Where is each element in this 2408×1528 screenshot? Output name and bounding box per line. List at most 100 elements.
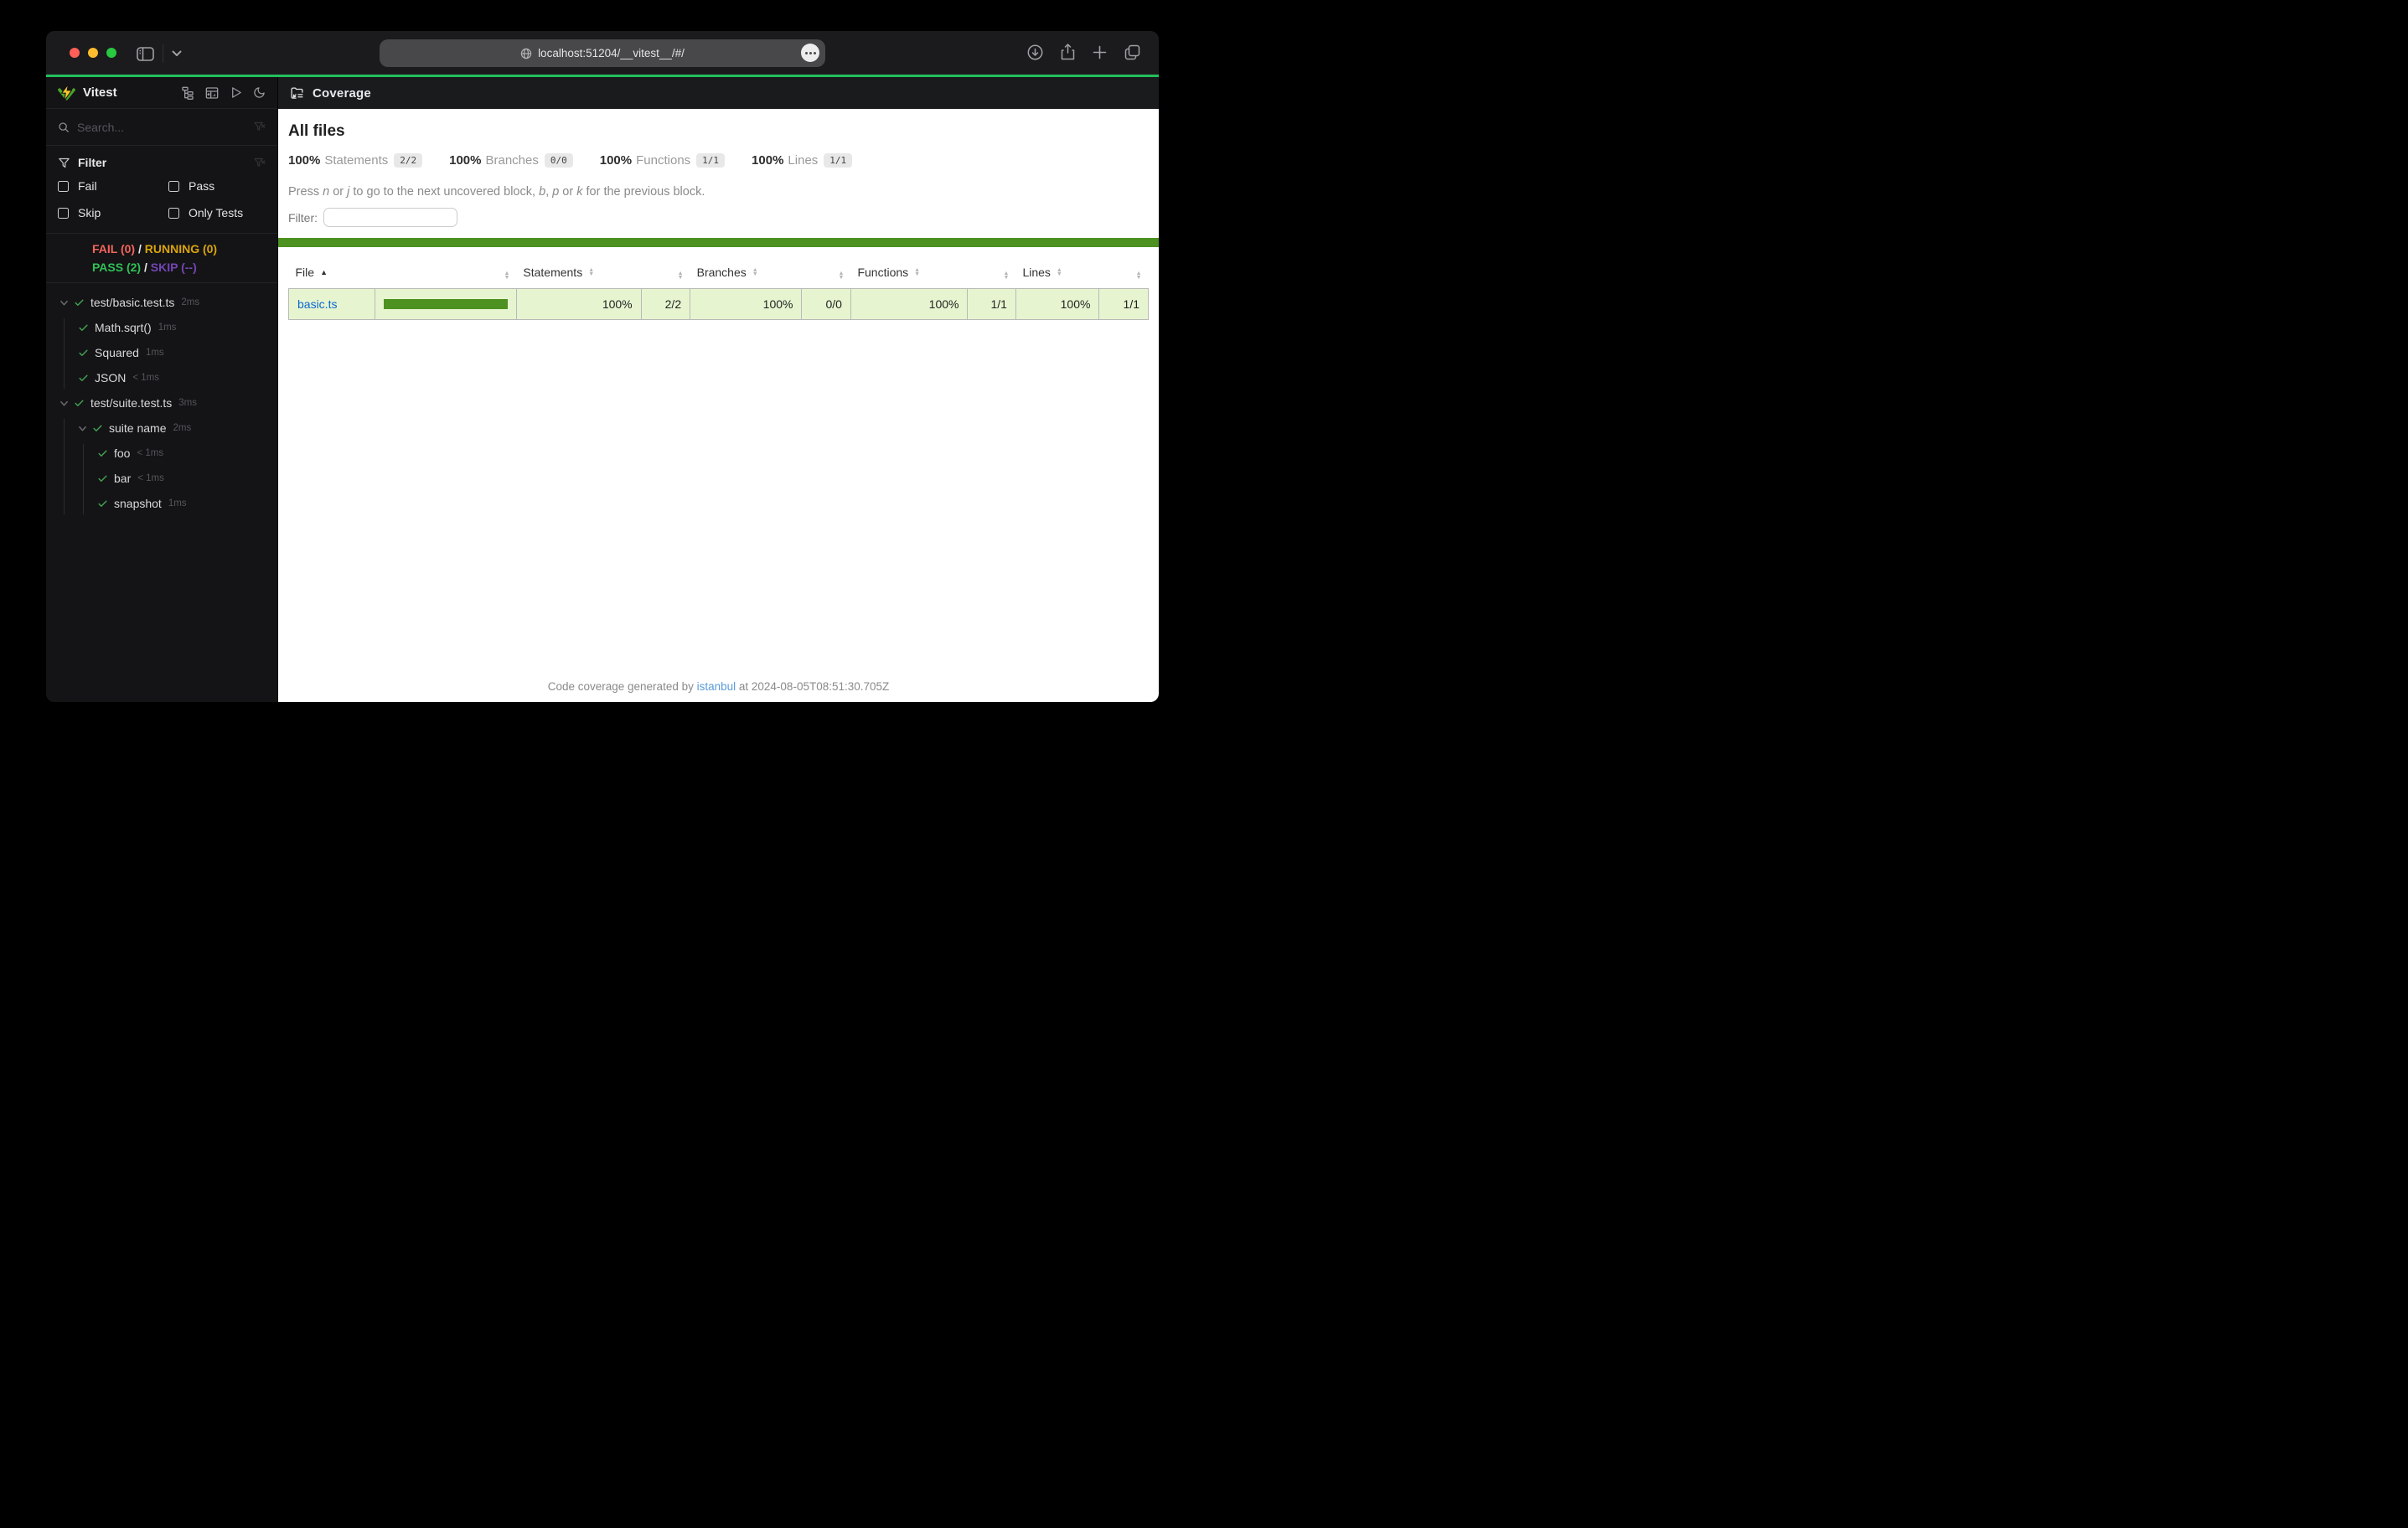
chevron-down-icon[interactable] bbox=[59, 399, 69, 408]
checkbox-only-tests[interactable]: Only Tests bbox=[168, 206, 266, 219]
tree-item-test[interactable]: foo < 1ms bbox=[46, 441, 277, 466]
checkbox-box[interactable] bbox=[58, 208, 69, 219]
lines-pct-cell: 100% bbox=[1015, 289, 1099, 320]
clear-search-filter-icon[interactable] bbox=[253, 121, 266, 133]
file-filter-input[interactable] bbox=[323, 208, 457, 227]
branches-raw-cell: 0/0 bbox=[802, 289, 850, 320]
run-all-icon[interactable] bbox=[230, 86, 242, 99]
downloads-icon[interactable] bbox=[1027, 44, 1043, 60]
tree-item-file[interactable]: test/suite.test.ts 3ms bbox=[46, 390, 277, 416]
column-sorter[interactable]: ▲▼ bbox=[375, 259, 516, 289]
chevron-down-icon[interactable] bbox=[172, 50, 182, 57]
sort-icon: ▲▼ bbox=[1057, 268, 1062, 276]
tree-item-suite[interactable]: suite name 2ms bbox=[46, 416, 277, 441]
pass-check-icon bbox=[78, 348, 89, 359]
app-title: Vitest bbox=[83, 85, 117, 100]
sort-icon: ▲▼ bbox=[1136, 271, 1142, 280]
browser-window: localhost:51204/__vitest__/#/ bbox=[46, 31, 1159, 702]
sort-icon: ▲▼ bbox=[914, 268, 920, 276]
running-count: RUNNING (0) bbox=[145, 242, 217, 256]
column-sorter[interactable]: ▲▼ bbox=[641, 259, 690, 289]
duration-label: 3ms bbox=[178, 398, 197, 408]
funnel-icon bbox=[58, 157, 70, 169]
fraction-badge: 1/1 bbox=[824, 153, 852, 168]
statements-pct-cell: 100% bbox=[516, 289, 641, 320]
clear-filter-icon[interactable] bbox=[253, 157, 266, 169]
stat-lines: 100% Lines 1/1 bbox=[752, 153, 852, 168]
traffic-lights bbox=[70, 48, 116, 58]
tree-view-icon[interactable] bbox=[181, 86, 194, 100]
pass-count: PASS (2) bbox=[92, 261, 141, 274]
skip-count: SKIP (--) bbox=[151, 261, 197, 274]
column-sorter[interactable]: ▲▼ bbox=[968, 259, 1015, 289]
tab-overview-icon[interactable] bbox=[1124, 44, 1140, 60]
address-bar[interactable]: localhost:51204/__vitest__/#/ bbox=[380, 39, 825, 67]
dashboard-icon[interactable] bbox=[205, 86, 219, 100]
coverage-stats: 100% Statements 2/2 100% Branches 0/0 10… bbox=[288, 153, 1149, 168]
column-header-file[interactable]: File▲ bbox=[289, 259, 375, 289]
close-window-button[interactable] bbox=[70, 48, 80, 58]
functions-pct-cell: 100% bbox=[850, 289, 968, 320]
sort-icon: ▲▼ bbox=[588, 268, 594, 276]
checkbox-skip[interactable]: Skip bbox=[58, 206, 168, 219]
sort-icon: ▲▼ bbox=[839, 271, 845, 280]
tree-item-test[interactable]: Math.sqrt() 1ms bbox=[46, 315, 277, 340]
duration-label: 2ms bbox=[181, 297, 199, 307]
checkbox-box[interactable] bbox=[168, 208, 179, 219]
sort-icon: ▲▼ bbox=[678, 271, 684, 280]
checkbox-fail[interactable]: Fail bbox=[58, 179, 168, 193]
column-header-statements[interactable]: Statements▲▼ bbox=[516, 259, 641, 289]
test-tree: test/basic.test.ts 2ms Math.sqrt() 1ms S… bbox=[46, 283, 277, 702]
vitest-logo bbox=[58, 84, 75, 101]
file-link[interactable]: basic.ts bbox=[297, 297, 337, 311]
pass-check-icon bbox=[97, 498, 108, 509]
sort-icon: ▲▼ bbox=[504, 271, 509, 280]
dark-mode-moon-icon[interactable] bbox=[253, 86, 266, 99]
zoom-window-button[interactable] bbox=[106, 48, 116, 58]
column-header-functions[interactable]: Functions▲▼ bbox=[850, 259, 968, 289]
tree-item-test[interactable]: Squared 1ms bbox=[46, 340, 277, 365]
tree-item-test[interactable]: JSON < 1ms bbox=[46, 365, 277, 390]
vitest-sidebar: Vitest bbox=[46, 77, 278, 702]
chevron-down-icon[interactable] bbox=[59, 298, 69, 307]
coverage-report-icon bbox=[290, 86, 304, 101]
tree-item-file[interactable]: test/basic.test.ts 2ms bbox=[46, 290, 277, 315]
lines-raw-cell: 1/1 bbox=[1099, 289, 1149, 320]
sidebar-toggle-icon[interactable] bbox=[137, 47, 154, 61]
pass-check-icon bbox=[74, 297, 85, 308]
fraction-badge: 1/1 bbox=[696, 153, 725, 168]
pass-check-icon bbox=[74, 398, 85, 409]
pass-check-icon bbox=[97, 448, 108, 459]
page-settings-icon[interactable] bbox=[801, 44, 819, 62]
chevron-down-icon[interactable] bbox=[78, 424, 87, 433]
checkbox-pass[interactable]: Pass bbox=[168, 179, 266, 193]
search-input[interactable]: Search... bbox=[77, 121, 245, 134]
checkbox-box[interactable] bbox=[58, 181, 69, 192]
duration-label: 1ms bbox=[146, 348, 164, 358]
duration-label: 2ms bbox=[173, 423, 191, 433]
tree-item-test[interactable]: snapshot 1ms bbox=[46, 491, 277, 516]
keyboard-shortcut-hint: Press n or j to go to the next uncovered… bbox=[288, 185, 1149, 199]
column-header-lines[interactable]: Lines▲▼ bbox=[1015, 259, 1099, 289]
column-sorter[interactable]: ▲▼ bbox=[1099, 259, 1149, 289]
fraction-badge: 0/0 bbox=[545, 153, 573, 168]
coverage-bar bbox=[384, 299, 508, 309]
pass-check-icon bbox=[92, 423, 103, 434]
tree-item-test[interactable]: bar < 1ms bbox=[46, 466, 277, 491]
url-text: localhost:51204/__vitest__/#/ bbox=[538, 47, 685, 59]
duration-label: < 1ms bbox=[137, 473, 164, 483]
pass-check-icon bbox=[78, 373, 89, 384]
branches-pct-cell: 100% bbox=[690, 289, 802, 320]
istanbul-link[interactable]: istanbul bbox=[697, 680, 736, 693]
sort-asc-icon[interactable]: ▲ bbox=[320, 268, 328, 276]
share-icon[interactable] bbox=[1061, 44, 1075, 60]
checkbox-box[interactable] bbox=[168, 181, 179, 192]
new-tab-icon[interactable] bbox=[1093, 45, 1107, 59]
stat-functions: 100% Functions 1/1 bbox=[600, 153, 725, 168]
column-header-branches[interactable]: Branches▲▼ bbox=[690, 259, 802, 289]
sort-icon: ▲▼ bbox=[752, 268, 758, 276]
globe-icon bbox=[520, 48, 532, 59]
column-sorter[interactable]: ▲▼ bbox=[802, 259, 850, 289]
minimize-window-button[interactable] bbox=[88, 48, 98, 58]
fail-count: FAIL (0) bbox=[92, 242, 135, 256]
